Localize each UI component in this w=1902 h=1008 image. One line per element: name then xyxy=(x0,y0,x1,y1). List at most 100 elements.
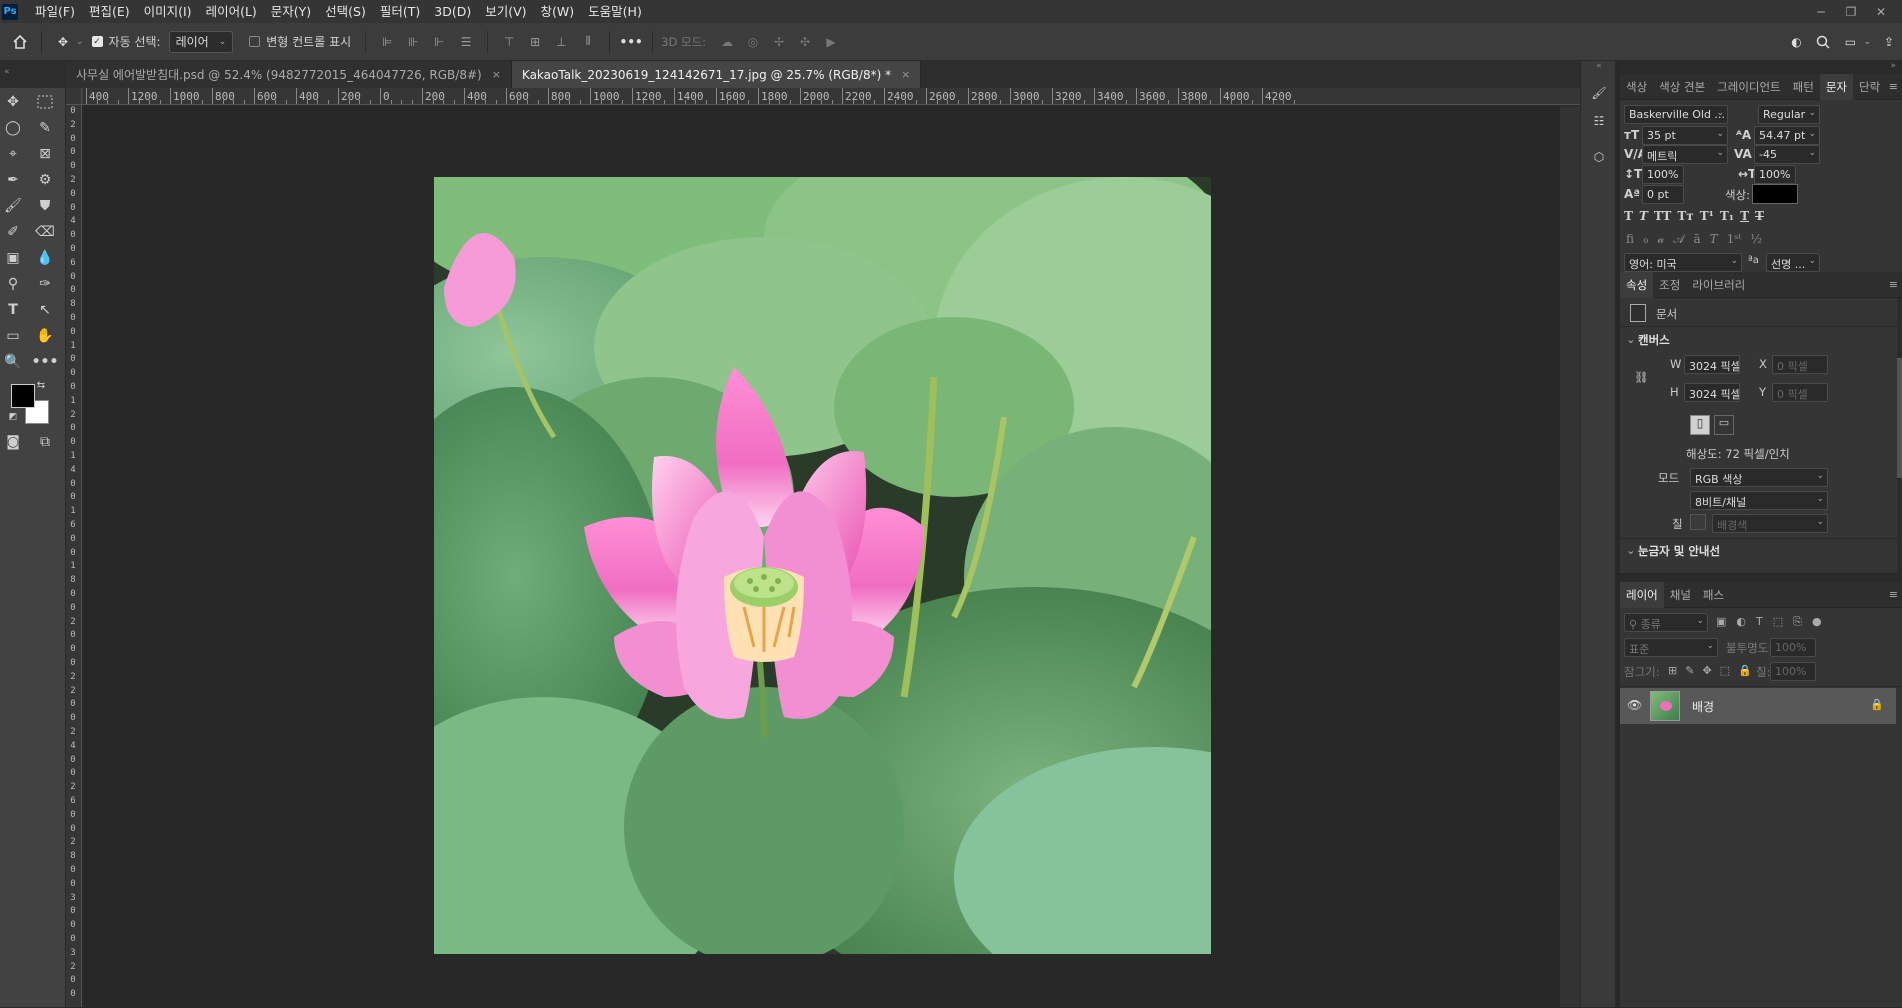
text-color-swatch[interactable] xyxy=(1752,184,1798,204)
lock-pixels-icon[interactable]: ✎ xyxy=(1685,664,1694,677)
workspace-chevron-icon[interactable]: ⌄ xyxy=(1863,37,1871,47)
vertical-scale-field[interactable]: 100% xyxy=(1642,165,1684,184)
ordinal-icon[interactable]: 1ˢᵗ xyxy=(1727,232,1742,247)
menu-item[interactable]: 도움말(H) xyxy=(581,0,649,23)
tab-props_panel-1[interactable]: 조정 xyxy=(1653,272,1686,298)
gradient-tool-icon[interactable]: ▣ xyxy=(0,246,26,270)
eraser-tool-icon[interactable]: ⌫ xyxy=(32,220,58,244)
share-icon[interactable]: ⇪ xyxy=(1881,34,1897,50)
align-center-icon[interactable]: ⊪ xyxy=(405,34,421,50)
link-dimensions-icon[interactable]: ⛓ xyxy=(1634,370,1649,384)
auto-select-dropdown[interactable]: 레이어 ⌄ xyxy=(168,30,234,53)
tab-char_panel-5[interactable]: 단락 xyxy=(1853,74,1886,100)
panel-menu-icon[interactable]: ≡ xyxy=(1889,588,1898,601)
menu-item[interactable]: 레이어(L) xyxy=(199,0,264,23)
subscript-icon[interactable]: T₁ xyxy=(1720,209,1734,223)
tracking-field[interactable]: -45 ⌄ xyxy=(1754,145,1820,164)
menu-item[interactable]: 파일(F) xyxy=(28,0,82,23)
panel-menu-icon[interactable]: ≡ xyxy=(1889,80,1898,93)
filter-smart-object-icon[interactable]: ⎘ xyxy=(1793,615,1802,629)
menu-item[interactable]: 3D(D) xyxy=(427,0,478,23)
underline-icon[interactable]: T xyxy=(1740,209,1749,223)
menu-item[interactable]: 문자(Y) xyxy=(264,0,318,23)
edit-toolbar-icon[interactable]: ••• xyxy=(32,350,59,374)
move-tool-icon[interactable]: ✥ xyxy=(0,90,26,114)
marquee-tool-icon[interactable] xyxy=(32,90,58,114)
filter-pixel-icon[interactable]: ▣ xyxy=(1716,615,1726,629)
clone-stamp-tool-icon[interactable]: ⛊ xyxy=(32,194,58,218)
titling-icon[interactable]: ā xyxy=(1694,232,1701,247)
layer-lock-icon[interactable]: 🔒 xyxy=(1870,698,1884,711)
3d-pan-icon[interactable]: ✢ xyxy=(771,34,787,50)
auto-select-checkbox[interactable]: ✓ 자동 선택: xyxy=(91,33,161,50)
filter-toggle-icon[interactable]: ● xyxy=(1812,615,1822,629)
filter-shape-icon[interactable]: ⬚ xyxy=(1773,615,1783,629)
default-colors-icon[interactable]: ◩ xyxy=(6,410,20,424)
lock-transparent-icon[interactable]: ⊞ xyxy=(1668,664,1677,677)
contextual-icon[interactable]: 𝑇 xyxy=(1710,232,1718,247)
maximize-button[interactable]: ❐ xyxy=(1836,0,1866,23)
language-dropdown[interactable]: 영어: 미국 ⌄ xyxy=(1624,253,1742,272)
rectangle-tool-icon[interactable]: ▭ xyxy=(0,324,26,348)
height-field[interactable]: 3024 픽셀 xyxy=(1684,383,1740,402)
small-caps-icon[interactable]: Tт xyxy=(1677,209,1693,223)
align-bottom-icon[interactable]: ⊥ xyxy=(553,34,569,50)
bit-depth-dropdown[interactable]: 8비트/채널 ⌄ xyxy=(1690,491,1828,510)
color-mode-dropdown[interactable]: RGB 색상 ⌄ xyxy=(1690,468,1828,487)
spot-healing-tool-icon[interactable]: ⚙ xyxy=(32,168,58,192)
collapse-panel-icon[interactable]: « xyxy=(0,61,66,88)
tab-props_panel-0[interactable]: 속성 xyxy=(1620,271,1654,298)
fill-color-swatch[interactable] xyxy=(1690,514,1706,530)
opacity-field[interactable]: 100% xyxy=(1770,638,1816,657)
width-field[interactable]: 3024 픽셀 xyxy=(1684,355,1740,374)
brush-settings-icon[interactable]: 🖌 xyxy=(1589,83,1609,103)
fill-field[interactable]: 100% xyxy=(1770,662,1816,681)
path-selection-tool-icon[interactable]: ↖ xyxy=(32,298,58,322)
frame-tool-icon[interactable]: ⊠ xyxy=(32,142,58,166)
history-brush-tool-icon[interactable]: ✐ xyxy=(0,220,26,244)
filter-adjustment-icon[interactable]: ◐ xyxy=(1736,615,1746,629)
font-family-dropdown[interactable]: Baskerville Old ... ⌄ xyxy=(1624,105,1728,124)
antialias-dropdown[interactable]: 선명 ... ⌄ xyxy=(1766,253,1820,272)
menu-item[interactable]: 창(W) xyxy=(534,0,582,23)
screen-mode-icon[interactable]: ⧉ xyxy=(32,430,58,454)
close-tab-icon[interactable]: × xyxy=(492,68,501,81)
tab-char_panel-4[interactable]: 문자 xyxy=(1819,73,1853,100)
quick-selection-tool-icon[interactable]: ✎ xyxy=(32,116,58,140)
chevron-down-icon[interactable]: ⌄ xyxy=(1626,332,1636,346)
properties-scrollbar[interactable] xyxy=(1897,298,1902,574)
distribute-horizontal-icon[interactable]: ☰ xyxy=(458,34,474,50)
tab-layers_panel-0[interactable]: 레이어 xyxy=(1620,581,1664,608)
tab-char_panel-1[interactable]: 색상 견본 xyxy=(1653,74,1711,100)
lotus-photo[interactable] xyxy=(434,177,1211,954)
strikethrough-icon[interactable]: T xyxy=(1755,209,1764,223)
tab-props_panel-2[interactable]: 라이브러리 xyxy=(1686,272,1751,298)
ligature-icon[interactable]: ﬁ xyxy=(1626,232,1634,247)
fill-dropdown[interactable]: 배경색 ⌄ xyxy=(1712,514,1828,533)
stylistic-icon[interactable]: 𝒜 xyxy=(1673,232,1684,247)
lock-position-icon[interactable]: ✥ xyxy=(1702,664,1711,677)
close-window-button[interactable]: ✕ xyxy=(1866,0,1896,23)
transform-controls-checkbox[interactable]: 변형 컨트롤 표시 xyxy=(249,33,351,50)
quick-mask-icon[interactable]: ◙ xyxy=(0,430,26,454)
more-options-icon[interactable]: ••• xyxy=(620,34,643,50)
baseline-shift-field[interactable]: 0 pt xyxy=(1642,185,1684,204)
tab-char_panel-3[interactable]: 패턴 xyxy=(1787,74,1820,100)
distribute-vertical-icon[interactable]: ⫴ xyxy=(580,34,596,50)
dodge-tool-icon[interactable]: ⚲ xyxy=(0,272,26,296)
panel-menu-icon[interactable]: ≡ xyxy=(1889,278,1898,291)
lasso-tool-icon[interactable]: ◯ xyxy=(0,116,26,140)
3d-slide-icon[interactable]: ✣ xyxy=(797,34,813,50)
old-style-icon[interactable]: ℴ xyxy=(1643,232,1649,247)
lock-all-icon[interactable]: 🔒 xyxy=(1738,664,1752,677)
menu-item[interactable]: 보기(V) xyxy=(478,0,533,23)
font-style-dropdown[interactable]: Regular ⌄ xyxy=(1758,105,1820,124)
superscript-icon[interactable]: T¹ xyxy=(1700,209,1714,223)
fractions-icon[interactable]: ½ xyxy=(1750,232,1762,247)
collapse-right-icon[interactable]: » xyxy=(1620,61,1902,74)
learn-icon[interactable]: ◐ xyxy=(1788,34,1804,50)
lock-artboard-icon[interactable]: ⬚ xyxy=(1720,664,1730,677)
leading-field[interactable]: 54.47 pt ⌄ xyxy=(1754,126,1820,145)
tab-char_panel-0[interactable]: 색상 xyxy=(1620,74,1653,100)
faux-italic-icon[interactable]: T xyxy=(1639,209,1648,223)
